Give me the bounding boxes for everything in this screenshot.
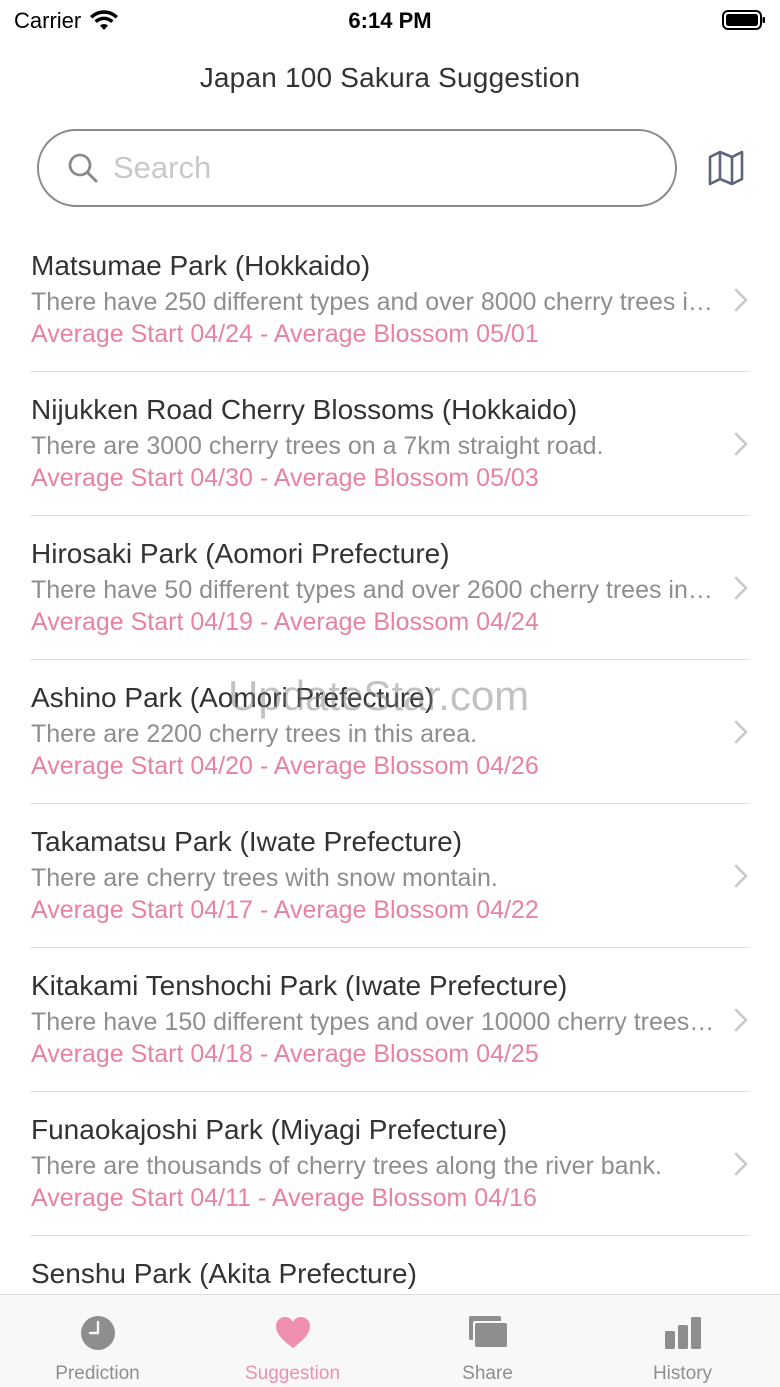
chevron-right-icon bbox=[734, 1008, 748, 1032]
tab-label: Share bbox=[462, 1363, 513, 1384]
status-bar: Carrier 6:14 PM bbox=[0, 0, 780, 40]
list-item[interactable]: Senshu Park (Akita Prefecture) bbox=[30, 1236, 750, 1294]
item-title: Ashino Park (Aomori Prefecture) bbox=[31, 682, 435, 713]
item-description: There have 50 different types and over 2… bbox=[31, 576, 715, 604]
clock-icon bbox=[80, 1316, 115, 1350]
chevron-right-icon bbox=[734, 864, 748, 888]
chevron-right-icon bbox=[734, 720, 748, 744]
item-dates: Average Start 04/24 - Average Blossom 05… bbox=[31, 320, 539, 348]
item-title: Kitakami Tenshochi Park (Iwate Prefectur… bbox=[31, 970, 568, 1001]
status-time: 6:14 PM bbox=[348, 8, 432, 33]
tab-label: Prediction bbox=[55, 1363, 140, 1384]
list-item[interactable]: Hirosaki Park (Aomori Prefecture) There … bbox=[30, 516, 750, 660]
item-description: There are 3000 cherry trees on a 7km str… bbox=[31, 432, 604, 460]
tab-bar: Prediction Suggestion Share History bbox=[0, 1294, 780, 1387]
item-title: Hirosaki Park (Aomori Prefecture) bbox=[31, 538, 450, 569]
map-icon[interactable] bbox=[706, 148, 746, 188]
chevron-right-icon bbox=[734, 288, 748, 312]
list-item[interactable]: Ashino Park (Aomori Prefecture) There ar… bbox=[30, 660, 750, 804]
search-bar[interactable] bbox=[37, 129, 677, 207]
item-dates: Average Start 04/20 - Average Blossom 04… bbox=[31, 752, 539, 780]
park-list: Matsumae Park (Hokkaido) There have 250 … bbox=[0, 228, 780, 1294]
search-input[interactable] bbox=[113, 150, 633, 186]
item-description: There have 150 different types and over … bbox=[31, 1008, 715, 1036]
tab-history[interactable]: History bbox=[585, 1295, 780, 1387]
heart-icon bbox=[275, 1317, 310, 1348]
list-item[interactable]: Nijukken Road Cherry Blossoms (Hokkaido)… bbox=[30, 372, 750, 516]
chevron-right-icon bbox=[734, 1152, 748, 1176]
list-item[interactable]: Takamatsu Park (Iwate Prefecture) There … bbox=[30, 804, 750, 948]
item-dates: Average Start 04/19 - Average Blossom 04… bbox=[31, 608, 539, 636]
tab-label: Suggestion bbox=[244, 1363, 341, 1384]
list-item[interactable]: Kitakami Tenshochi Park (Iwate Prefectur… bbox=[30, 948, 750, 1092]
chevron-right-icon bbox=[734, 576, 748, 600]
item-description: There are thousands of cherry trees alon… bbox=[31, 1152, 662, 1180]
search-icon bbox=[68, 153, 98, 183]
item-title: Takamatsu Park (Iwate Prefecture) bbox=[31, 826, 463, 857]
tab-label: History bbox=[652, 1363, 713, 1384]
item-dates: Average Start 04/17 - Average Blossom 04… bbox=[31, 896, 539, 924]
tab-prediction[interactable]: Prediction bbox=[0, 1295, 195, 1387]
item-description: There are 2200 cherry trees in this area… bbox=[31, 720, 478, 748]
item-description: There are cherry trees with snow montain… bbox=[31, 864, 498, 892]
chevron-right-icon bbox=[734, 432, 748, 456]
item-title: Matsumae Park (Hokkaido) bbox=[31, 250, 371, 281]
item-title: Senshu Park (Akita Prefecture) bbox=[31, 1258, 417, 1289]
tab-share[interactable]: Share bbox=[390, 1295, 585, 1387]
tab-suggestion[interactable]: Suggestion bbox=[195, 1295, 390, 1387]
share-cards-icon bbox=[468, 1316, 507, 1347]
list-item[interactable]: Funaokajoshi Park (Miyagi Prefecture) Th… bbox=[30, 1092, 750, 1236]
item-description: There have 250 different types and over … bbox=[31, 288, 715, 316]
item-dates: Average Start 04/11 - Average Blossom 04… bbox=[31, 1184, 537, 1212]
item-dates: Average Start 04/18 - Average Blossom 04… bbox=[31, 1040, 539, 1068]
item-dates: Average Start 04/30 - Average Blossom 05… bbox=[31, 464, 539, 492]
list-item[interactable]: Matsumae Park (Hokkaido) There have 250 … bbox=[30, 228, 750, 372]
battery-icon bbox=[722, 10, 765, 30]
bar-chart-icon bbox=[664, 1317, 701, 1349]
item-title: Funaokajoshi Park (Miyagi Prefecture) bbox=[31, 1114, 508, 1145]
page-title: Japan 100 Sakura Suggestion bbox=[199, 62, 581, 93]
item-title: Nijukken Road Cherry Blossoms (Hokkaido) bbox=[31, 394, 578, 425]
